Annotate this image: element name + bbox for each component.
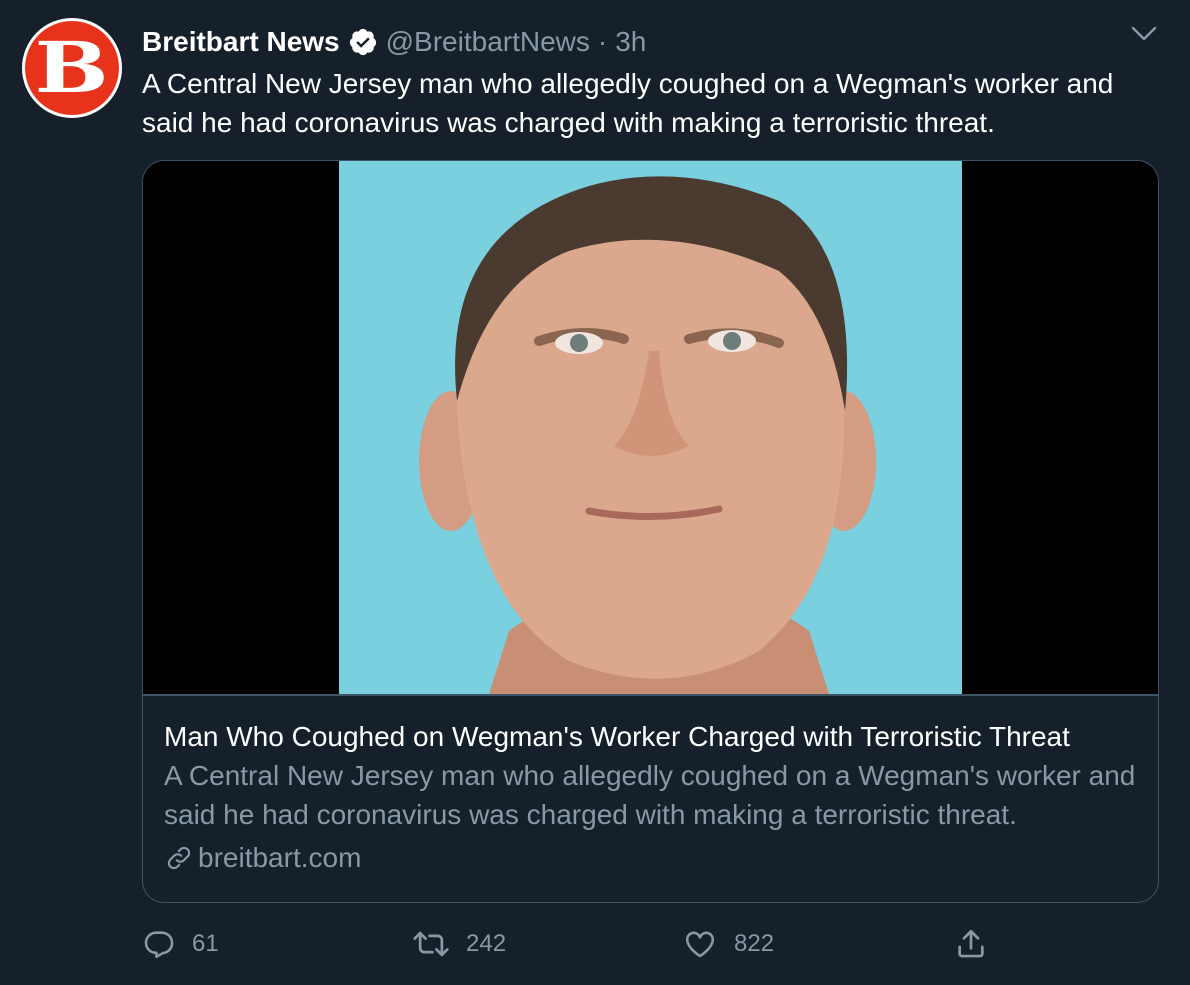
share-icon — [954, 927, 988, 961]
card-domain[interactable]: breitbart.com — [164, 838, 1154, 877]
retweet-icon — [412, 927, 450, 961]
share-button[interactable] — [954, 922, 988, 966]
card-divider — [143, 694, 1158, 696]
reply-button[interactable]: 61 — [142, 922, 219, 966]
tweet-header: Breitbart News @BreitbartNews · 3h — [142, 22, 646, 62]
tweet-actions: 61 242 822 — [142, 922, 1042, 966]
reply-count: 61 — [192, 930, 219, 957]
retweet-count: 242 — [466, 930, 507, 957]
reply-icon — [142, 927, 176, 961]
like-count: 822 — [734, 930, 775, 957]
chevron-down-icon[interactable] — [1130, 22, 1158, 46]
tweet-timestamp[interactable]: 3h — [615, 26, 646, 58]
avatar-letter: B — [35, 26, 109, 109]
author-handle[interactable]: @BreitbartNews — [386, 26, 590, 58]
card-description: A Central New Jersey man who allegedly c… — [164, 760, 1136, 830]
card-media[interactable] — [143, 161, 1158, 694]
verified-badge-icon — [348, 27, 378, 57]
link-card[interactable]: Man Who Coughed on Wegman's Worker Charg… — [142, 160, 1159, 903]
like-button[interactable]: 822 — [682, 922, 774, 966]
display-name[interactable]: Breitbart News — [142, 26, 340, 58]
card-domain-text: breitbart.com — [198, 842, 362, 873]
retweet-button[interactable]: 242 — [412, 922, 506, 966]
header-separator: · — [597, 26, 608, 57]
heart-icon — [682, 927, 718, 961]
tweet[interactable]: B Breitbart News @BreitbartNews · 3h A C… — [0, 0, 1190, 985]
card-image[interactable] — [339, 161, 962, 694]
card-body[interactable]: Man Who Coughed on Wegman's Worker Charg… — [164, 717, 1154, 877]
card-title[interactable]: Man Who Coughed on Wegman's Worker Charg… — [164, 717, 1154, 756]
link-icon — [164, 843, 194, 873]
avatar-logo: B — [25, 21, 119, 115]
tweet-text: A Central New Jersey man who allegedly c… — [142, 68, 1114, 138]
avatar[interactable]: B — [22, 18, 122, 118]
